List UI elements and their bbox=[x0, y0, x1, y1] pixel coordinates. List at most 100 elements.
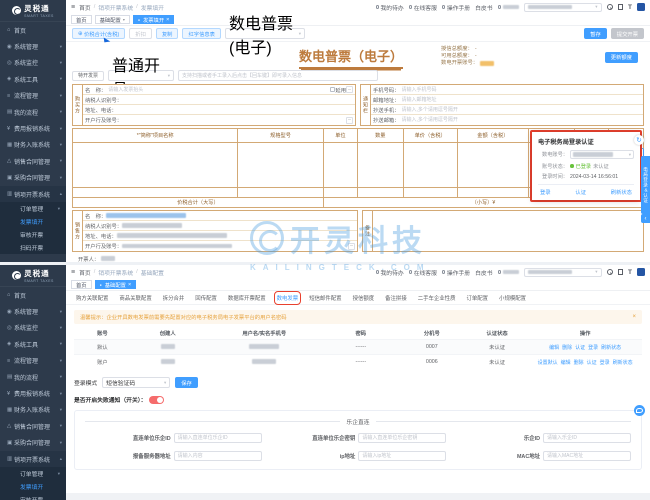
sidebar-item[interactable]: ◉ 系统管理 ▾ bbox=[0, 38, 66, 54]
auth-link[interactable]: 认证 bbox=[575, 188, 586, 196]
company-select[interactable]: ▾ bbox=[524, 268, 602, 277]
sidebar-subitem[interactable]: 订单管理 ▾ bbox=[0, 202, 66, 215]
fullscreen-icon[interactable] bbox=[618, 269, 624, 275]
todo-link[interactable]: 我的待办 bbox=[376, 3, 404, 12]
collapse-minus-icon[interactable]: － bbox=[346, 117, 353, 124]
online-service-link[interactable]: 在线客服 bbox=[409, 268, 437, 277]
digital-account-select[interactable]: ▾ bbox=[570, 150, 634, 159]
sidebar-item[interactable]: ▦ 财务入账系统 ▾ bbox=[0, 137, 66, 153]
sidebar-item[interactable]: ≡ 流程管理 ▾ bbox=[0, 353, 66, 369]
sidebar-item[interactable]: ▤ 我的流程 ▾ bbox=[0, 369, 66, 385]
app-logo[interactable]: 灵税通 SMART TAXES bbox=[0, 0, 66, 22]
search-icon[interactable] bbox=[607, 4, 613, 10]
breadcrumb-module[interactable]: 销项开票系统 bbox=[98, 268, 133, 277]
special-invoice-button[interactable]: 特开发票 bbox=[72, 71, 104, 81]
config-subtab[interactable]: 拆分合并 bbox=[163, 294, 185, 302]
close-icon[interactable]: × bbox=[166, 17, 169, 23]
scan-entry-input[interactable] bbox=[178, 70, 378, 81]
report-server-input[interactable] bbox=[174, 451, 262, 461]
update-credit-button[interactable]: 更新额度 bbox=[605, 52, 638, 63]
sidebar-item[interactable]: ◈ 系统工具 ▾ bbox=[0, 71, 66, 87]
discount-button[interactable]: 折扣 bbox=[129, 28, 152, 39]
sidebar-item[interactable]: △ 销售合同管理 ▾ bbox=[0, 153, 66, 169]
sidebar-item[interactable]: ▥ 销项开票系统 ▴ bbox=[0, 451, 66, 467]
issue-mode-select[interactable]: 普通开具▾ bbox=[108, 70, 174, 81]
current-user[interactable] bbox=[498, 5, 519, 10]
fold-sidebar-icon[interactable]: ≡ bbox=[71, 4, 75, 11]
tab-basic-config[interactable]: 基础配置▾ bbox=[95, 15, 130, 25]
buyer-name-input[interactable] bbox=[106, 86, 330, 94]
close-icon[interactable]: × bbox=[128, 282, 131, 288]
breadcrumb-module[interactable]: 销项开票系统 bbox=[98, 3, 133, 12]
current-user[interactable] bbox=[498, 270, 519, 275]
sidebar-item[interactable]: ≡ 流程管理 ▾ bbox=[0, 88, 66, 104]
todo-link[interactable]: 我的待办 bbox=[376, 268, 404, 277]
collapse-minus-icon[interactable]: － bbox=[346, 86, 353, 93]
config-subtab[interactable]: 购方关联配置 bbox=[76, 294, 108, 302]
app-logo[interactable]: 灵税通 SMART TAXES bbox=[0, 265, 66, 287]
login-mode-select[interactable]: 短信验证码▾ bbox=[102, 377, 170, 388]
fullscreen-icon[interactable] bbox=[618, 4, 624, 10]
side-tab-collapse-icon[interactable]: ‹ bbox=[641, 214, 650, 223]
whitepaper-link[interactable]: 白皮书 bbox=[475, 3, 492, 12]
buyer-taxno-input[interactable] bbox=[122, 96, 353, 104]
breadcrumb-home[interactable]: 首页 bbox=[79, 3, 91, 12]
manual-link[interactable]: 操作手册 bbox=[442, 3, 470, 12]
submit-invoice-button[interactable]: 提交开票 bbox=[611, 28, 644, 39]
copy-button[interactable]: 复制 bbox=[156, 28, 179, 39]
leqi-direct-id-input[interactable] bbox=[174, 433, 262, 443]
red-letter-info-button[interactable]: 红字信息表 bbox=[182, 28, 221, 39]
login-link[interactable]: 登录 bbox=[540, 188, 551, 196]
config-subtab[interactable]: 小规模配置 bbox=[499, 294, 526, 302]
fold-sidebar-icon[interactable]: ≡ bbox=[71, 269, 75, 276]
operation-link[interactable]: 认证 bbox=[575, 344, 585, 351]
customer-service-float-icon[interactable] bbox=[634, 405, 645, 416]
config-subtab[interactable]: 商品关联配置 bbox=[119, 294, 151, 302]
operation-link[interactable]: 编辑 bbox=[549, 344, 559, 351]
sidebar-item[interactable]: ⌂ 首页 bbox=[0, 287, 66, 303]
sidebar-item[interactable]: △ 销售合同管理 ▾ bbox=[0, 418, 66, 434]
sidebar-subitem[interactable]: 审核开票 bbox=[0, 493, 66, 500]
sidebar-item[interactable]: ◉ 系统管理 ▾ bbox=[0, 303, 66, 319]
sidebar-item[interactable]: ▥ 销项开票系统 ▴ bbox=[0, 186, 66, 202]
tab-invoice-fill[interactable]: 发票填开× bbox=[133, 15, 175, 25]
online-service-link[interactable]: 在线客服 bbox=[409, 3, 437, 12]
tab-home[interactable]: 首页 bbox=[71, 280, 92, 290]
invoice-type-select[interactable]: 数电普票 (电子)▾ bbox=[225, 28, 305, 39]
sidebar-item[interactable]: ▦ 财务入账系统 ▾ bbox=[0, 402, 66, 418]
refresh-float-icon[interactable]: ↻ bbox=[634, 135, 644, 145]
notify-cc-mail-input[interactable] bbox=[400, 116, 642, 124]
config-subtab[interactable]: 订单配置 bbox=[466, 294, 488, 302]
operation-link[interactable]: 删除 bbox=[562, 344, 572, 351]
font-size-icon[interactable]: T bbox=[628, 269, 632, 276]
sidebar-item[interactable]: ▤ 我的流程 ▾ bbox=[0, 104, 66, 120]
sidebar-item[interactable]: ¥ 费用报销系统 ▾ bbox=[0, 385, 66, 401]
leqi-direct-secret-input[interactable] bbox=[358, 433, 446, 443]
config-subtab[interactable]: 备注拼接 bbox=[385, 294, 407, 302]
sidebar-subitem[interactable]: 发票填开 bbox=[0, 480, 66, 493]
refresh-status-link[interactable]: 刷新状态 bbox=[611, 188, 632, 196]
notify-mail-input[interactable] bbox=[400, 96, 642, 104]
operation-link[interactable]: 刷新状态 bbox=[613, 359, 633, 366]
remark-content[interactable] bbox=[373, 211, 643, 251]
sidebar-item[interactable]: ◎ 系统监控 ▾ bbox=[0, 320, 66, 336]
operation-link[interactable]: 编辑 bbox=[561, 359, 571, 366]
sidebar-item[interactable]: ◈ 系统工具 ▾ bbox=[0, 336, 66, 352]
breadcrumb-home[interactable]: 首页 bbox=[79, 268, 91, 277]
avatar[interactable] bbox=[637, 268, 645, 276]
buyer-bank-input[interactable] bbox=[122, 116, 346, 124]
price-tax-total-button[interactable]: ⊕价税合计(含税) bbox=[72, 28, 125, 39]
config-subtab[interactable]: 回传配置 bbox=[195, 294, 217, 302]
notify-cc-phone-input[interactable] bbox=[400, 106, 642, 114]
operation-link[interactable]: 删除 bbox=[574, 359, 584, 366]
tab-basic-config[interactable]: 基础配置× bbox=[95, 280, 137, 290]
config-subtab[interactable]: 授信额度 bbox=[353, 294, 375, 302]
save-draft-button[interactable]: 暂存 bbox=[584, 28, 607, 39]
tax-bureau-side-tab[interactable]: 电局登录&认证 bbox=[641, 156, 650, 214]
close-icon[interactable]: × bbox=[632, 314, 636, 320]
operation-link[interactable]: 刷新状态 bbox=[601, 344, 621, 351]
config-subtab[interactable]: 短信邮件配置 bbox=[309, 294, 341, 302]
save-login-mode-button[interactable]: 保存 bbox=[175, 377, 198, 388]
operation-link[interactable]: 认证 bbox=[587, 359, 597, 366]
tab-home[interactable]: 首页 bbox=[71, 15, 92, 25]
